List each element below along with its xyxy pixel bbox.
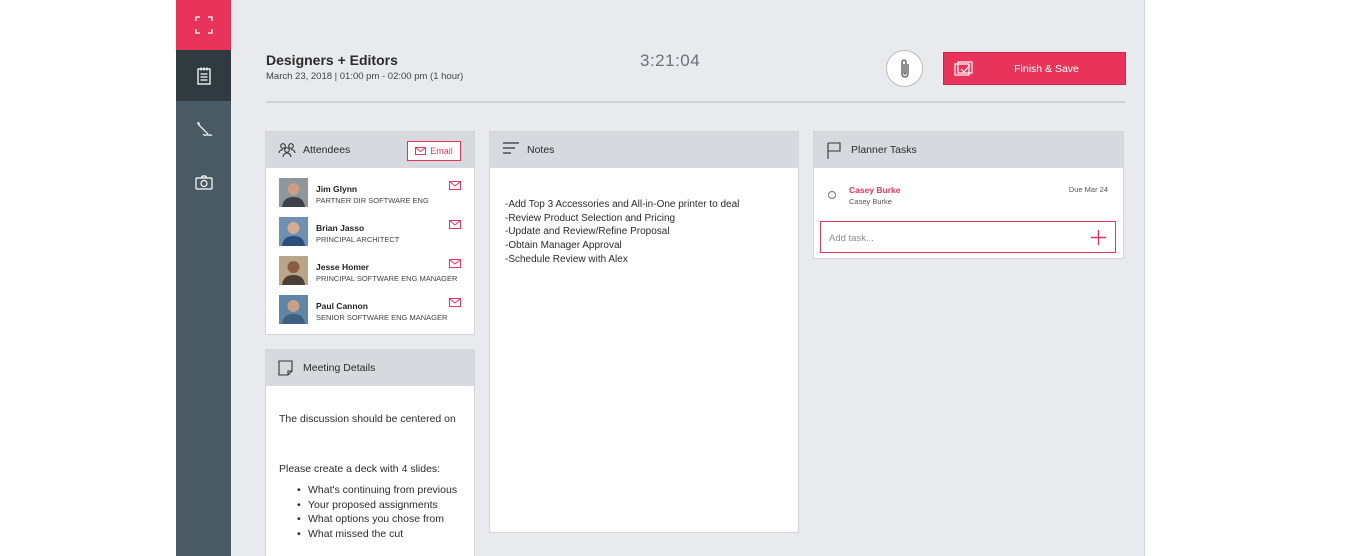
- mail-icon: [415, 147, 427, 155]
- header-divider: [266, 101, 1125, 103]
- attendee-role: PARTNER DIR SOFTWARE ENG: [316, 196, 429, 205]
- note-line: -Review Product Selection and Pricing: [505, 212, 676, 224]
- avatar: [279, 256, 308, 285]
- add-task-input[interactable]: [829, 230, 1079, 246]
- details-paragraph: The discussion should be centered on: [279, 413, 456, 425]
- meeting-details-title: Meeting Details: [303, 362, 376, 374]
- attach-button[interactable]: [886, 50, 923, 87]
- avatar: [279, 178, 308, 207]
- details-bullet: What missed the cut: [297, 527, 462, 542]
- people-icon: [278, 143, 296, 158]
- planner-tasks-title: Planner Tasks: [851, 144, 917, 156]
- attendee-role: SENIOR SOFTWARE ENG MANAGER: [316, 313, 448, 322]
- email-attendees-button[interactable]: Email: [407, 141, 461, 161]
- task-title[interactable]: Casey Burke: [849, 185, 901, 195]
- camera-tab-button[interactable]: [176, 157, 231, 208]
- meeting-content: Designers + Editors March 23, 2018 | 01:…: [231, 0, 1144, 556]
- attendee-name: Paul Cannon: [316, 301, 368, 311]
- expand-button[interactable]: [176, 0, 231, 50]
- email-button-label: Email: [430, 146, 453, 156]
- side-rail: [176, 0, 231, 556]
- attendee-name: Jesse Homer: [316, 262, 369, 272]
- finish-save-button[interactable]: Finish & Save: [943, 52, 1126, 85]
- mail-icon[interactable]: [449, 181, 461, 190]
- finish-save-label: Finish & Save: [1014, 62, 1079, 75]
- note-line: -Add Top 3 Accessories and All-in-One pr…: [505, 199, 740, 210]
- mail-icon[interactable]: [449, 298, 461, 307]
- add-task-box: [820, 221, 1116, 253]
- planner-tasks-card: Planner Tasks Casey Burke Casey Burke Du…: [813, 131, 1124, 259]
- meeting-window: Designers + Editors March 23, 2018 | 01:…: [176, 0, 1145, 556]
- details-bullet: Your proposed assignments: [297, 498, 462, 513]
- attendees-card: Attendees Email Jim Glynn PARTNER DIR SO…: [265, 131, 475, 335]
- meeting-details-body: The discussion should be centered on Ple…: [279, 412, 462, 541]
- attendee-role: PRINCIPAL ARCHITECT: [316, 235, 400, 244]
- meeting-title: Designers + Editors: [266, 52, 398, 68]
- attendee-row: Brian Jasso PRINCIPAL ARCHITECT: [279, 217, 469, 249]
- attendee-role: PRINCIPAL SOFTWARE ENG MANAGER: [316, 274, 458, 283]
- camera-icon: [194, 175, 213, 190]
- attendee-name: Brian Jasso: [316, 223, 365, 233]
- note-line: -Update and Review/Refine Proposal: [505, 226, 670, 238]
- attendee-name: Jim Glynn: [316, 184, 358, 194]
- attendees-title: Attendees: [303, 144, 351, 156]
- meeting-details-card: Meeting Details The discussion should be…: [265, 349, 475, 556]
- meeting-timer: 3:21:04: [640, 51, 701, 70]
- notes-lines-icon: [503, 142, 519, 154]
- task-due-date: Due Mar 24: [1068, 185, 1108, 194]
- details-bullet: What's continuing from previous: [297, 483, 462, 498]
- pen-squiggle-icon: [196, 121, 212, 136]
- notes-tab-button[interactable]: [176, 50, 231, 101]
- meeting-details-header: Meeting Details: [266, 350, 474, 386]
- details-paragraph: Please create a deck with 4 slides:: [279, 463, 441, 475]
- details-bullet-list: What's continuing from previous Your pro…: [279, 483, 462, 541]
- attendees-header: Attendees Email: [266, 132, 474, 168]
- planner-tasks-header: Planner Tasks: [814, 132, 1123, 168]
- notes-title: Notes: [527, 144, 555, 156]
- avatar: [279, 295, 308, 324]
- mail-icon[interactable]: [449, 259, 461, 268]
- notes-header: Notes: [490, 132, 798, 168]
- mail-icon[interactable]: [449, 220, 461, 229]
- paperclip-icon: [900, 58, 909, 78]
- details-bullet: What options you chose from: [297, 512, 462, 527]
- note-line: -Obtain Manager Approval: [505, 240, 622, 252]
- attendee-row: Paul Cannon SENIOR SOFTWARE ENG MANAGER: [279, 295, 469, 327]
- notepad-icon: [196, 67, 211, 85]
- expand-icon: [194, 16, 213, 34]
- annotate-tab-button[interactable]: [176, 104, 231, 155]
- plus-icon[interactable]: [1090, 229, 1107, 246]
- flag-icon: [827, 142, 841, 159]
- avatar: [279, 217, 308, 246]
- task-assignee: Casey Burke: [849, 197, 892, 206]
- notes-card: Notes -Add Top 3 Accessories and All-in-…: [489, 131, 799, 533]
- task-complete-checkbox[interactable]: [828, 191, 836, 199]
- note-icon: [278, 360, 293, 376]
- note-line: -Schedule Review with Alex: [505, 253, 628, 265]
- meeting-datetime: March 23, 2018 | 01:00 pm - 02:00 pm (1 …: [266, 71, 464, 82]
- attendee-row: Jim Glynn PARTNER DIR SOFTWARE ENG: [279, 178, 469, 210]
- notes-editor[interactable]: -Add Top 3 Accessories and All-in-One pr…: [505, 198, 739, 266]
- attendee-row: Jesse Homer PRINCIPAL SOFTWARE ENG MANAG…: [279, 256, 469, 288]
